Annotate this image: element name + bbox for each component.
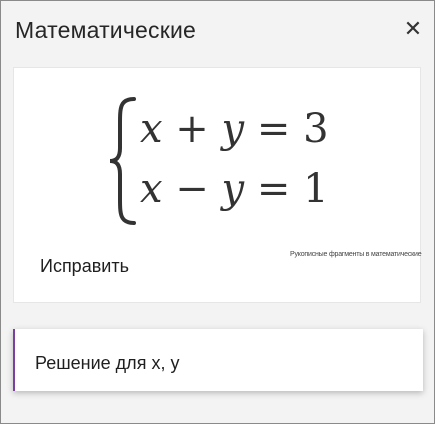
eq1-equals: = [244, 106, 304, 152]
math-panel: Математические ✕ x + y = 3 x − y = 1 Исп… [0, 0, 435, 424]
close-icon: ✕ [403, 16, 423, 41]
brace-icon [109, 97, 136, 225]
equation-line-2: x − y = 1 [140, 166, 329, 212]
eq2-rhs: 1 [303, 166, 329, 212]
equation-line-1: x + y = 3 [140, 106, 329, 152]
close-button[interactable]: ✕ [399, 15, 427, 43]
panel-title: Математические [15, 17, 197, 43]
eq2-var-y: y [221, 166, 245, 212]
eq1-rhs: 3 [303, 106, 329, 152]
eq2-equals: = [244, 166, 304, 212]
solve-for-label: Решение для x, y [35, 353, 180, 373]
eq1-var-x: x [140, 106, 163, 152]
solve-for-button[interactable]: Решение для x, y [13, 329, 423, 391]
eq1-operator: + [162, 106, 222, 152]
eq1-var-y: y [221, 106, 245, 152]
ink-to-math-caption: Рукописные фрагменты в математические [290, 251, 422, 258]
eq2-operator: − [162, 166, 222, 212]
eq2-var-x: x [140, 166, 163, 212]
fix-button[interactable]: Исправить [40, 256, 129, 277]
equation-system: x + y = 3 x − y = 1 [108, 92, 348, 232]
equation-card: x + y = 3 x − y = 1 Исправить Рукописные… [13, 67, 422, 303]
